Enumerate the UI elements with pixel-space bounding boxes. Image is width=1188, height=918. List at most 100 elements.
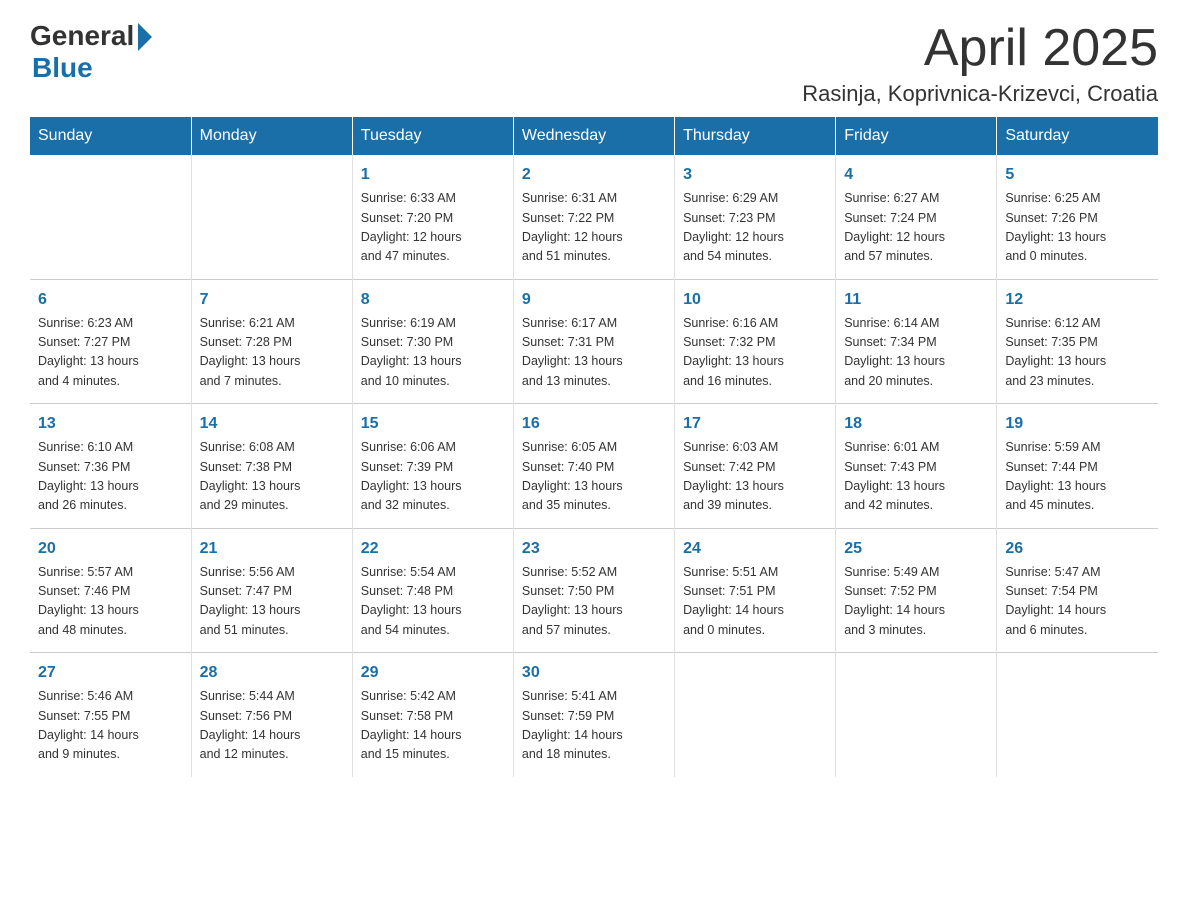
calendar-cell: 9Sunrise: 6:17 AM Sunset: 7:31 PM Daylig… — [513, 279, 674, 404]
header-thursday: Thursday — [675, 117, 836, 155]
calendar-cell: 4Sunrise: 6:27 AM Sunset: 7:24 PM Daylig… — [836, 155, 997, 279]
day-info: Sunrise: 6:33 AM Sunset: 7:20 PM Dayligh… — [361, 189, 505, 267]
day-number: 2 — [522, 163, 666, 187]
day-number: 15 — [361, 412, 505, 436]
day-number: 22 — [361, 537, 505, 561]
day-number: 5 — [1005, 163, 1150, 187]
month-title: April 2025 — [802, 20, 1158, 77]
calendar-cell: 13Sunrise: 6:10 AM Sunset: 7:36 PM Dayli… — [30, 404, 191, 529]
day-number: 6 — [38, 288, 183, 312]
calendar-week-row: 1Sunrise: 6:33 AM Sunset: 7:20 PM Daylig… — [30, 155, 1158, 279]
logo: General Blue — [30, 20, 152, 84]
calendar-cell: 14Sunrise: 6:08 AM Sunset: 7:38 PM Dayli… — [191, 404, 352, 529]
day-info: Sunrise: 5:57 AM Sunset: 7:46 PM Dayligh… — [38, 563, 183, 641]
day-number: 18 — [844, 412, 988, 436]
day-number: 28 — [200, 661, 344, 685]
calendar-cell: 25Sunrise: 5:49 AM Sunset: 7:52 PM Dayli… — [836, 528, 997, 653]
day-number: 13 — [38, 412, 183, 436]
day-number: 19 — [1005, 412, 1150, 436]
day-info: Sunrise: 6:25 AM Sunset: 7:26 PM Dayligh… — [1005, 189, 1150, 267]
day-number: 11 — [844, 288, 988, 312]
day-number: 26 — [1005, 537, 1150, 561]
day-info: Sunrise: 5:54 AM Sunset: 7:48 PM Dayligh… — [361, 563, 505, 641]
day-info: Sunrise: 6:06 AM Sunset: 7:39 PM Dayligh… — [361, 438, 505, 516]
day-number: 10 — [683, 288, 827, 312]
day-number: 27 — [38, 661, 183, 685]
day-info: Sunrise: 6:05 AM Sunset: 7:40 PM Dayligh… — [522, 438, 666, 516]
calendar-cell: 8Sunrise: 6:19 AM Sunset: 7:30 PM Daylig… — [352, 279, 513, 404]
calendar-cell: 18Sunrise: 6:01 AM Sunset: 7:43 PM Dayli… — [836, 404, 997, 529]
calendar-cell: 11Sunrise: 6:14 AM Sunset: 7:34 PM Dayli… — [836, 279, 997, 404]
day-info: Sunrise: 5:56 AM Sunset: 7:47 PM Dayligh… — [200, 563, 344, 641]
day-info: Sunrise: 5:59 AM Sunset: 7:44 PM Dayligh… — [1005, 438, 1150, 516]
calendar-cell: 26Sunrise: 5:47 AM Sunset: 7:54 PM Dayli… — [997, 528, 1158, 653]
day-number: 4 — [844, 163, 988, 187]
calendar-cell: 21Sunrise: 5:56 AM Sunset: 7:47 PM Dayli… — [191, 528, 352, 653]
calendar-week-row: 27Sunrise: 5:46 AM Sunset: 7:55 PM Dayli… — [30, 653, 1158, 777]
calendar-cell: 1Sunrise: 6:33 AM Sunset: 7:20 PM Daylig… — [352, 155, 513, 279]
calendar-cell: 16Sunrise: 6:05 AM Sunset: 7:40 PM Dayli… — [513, 404, 674, 529]
day-info: Sunrise: 5:42 AM Sunset: 7:58 PM Dayligh… — [361, 687, 505, 765]
day-info: Sunrise: 5:44 AM Sunset: 7:56 PM Dayligh… — [200, 687, 344, 765]
calendar-cell: 2Sunrise: 6:31 AM Sunset: 7:22 PM Daylig… — [513, 155, 674, 279]
day-number: 25 — [844, 537, 988, 561]
calendar-cell — [191, 155, 352, 279]
calendar-cell: 28Sunrise: 5:44 AM Sunset: 7:56 PM Dayli… — [191, 653, 352, 777]
header-friday: Friday — [836, 117, 997, 155]
day-number: 3 — [683, 163, 827, 187]
day-number: 7 — [200, 288, 344, 312]
day-info: Sunrise: 6:12 AM Sunset: 7:35 PM Dayligh… — [1005, 314, 1150, 392]
title-section: April 2025 Rasinja, Koprivnica-Krizevci,… — [802, 20, 1158, 107]
day-info: Sunrise: 5:51 AM Sunset: 7:51 PM Dayligh… — [683, 563, 827, 641]
day-info: Sunrise: 6:31 AM Sunset: 7:22 PM Dayligh… — [522, 189, 666, 267]
day-info: Sunrise: 6:10 AM Sunset: 7:36 PM Dayligh… — [38, 438, 183, 516]
calendar-cell: 7Sunrise: 6:21 AM Sunset: 7:28 PM Daylig… — [191, 279, 352, 404]
day-info: Sunrise: 5:46 AM Sunset: 7:55 PM Dayligh… — [38, 687, 183, 765]
day-number: 24 — [683, 537, 827, 561]
day-info: Sunrise: 5:49 AM Sunset: 7:52 PM Dayligh… — [844, 563, 988, 641]
calendar-cell: 24Sunrise: 5:51 AM Sunset: 7:51 PM Dayli… — [675, 528, 836, 653]
calendar-week-row: 13Sunrise: 6:10 AM Sunset: 7:36 PM Dayli… — [30, 404, 1158, 529]
calendar-cell: 15Sunrise: 6:06 AM Sunset: 7:39 PM Dayli… — [352, 404, 513, 529]
header-monday: Monday — [191, 117, 352, 155]
day-info: Sunrise: 5:47 AM Sunset: 7:54 PM Dayligh… — [1005, 563, 1150, 641]
logo-arrow-icon — [138, 23, 152, 51]
calendar-cell: 30Sunrise: 5:41 AM Sunset: 7:59 PM Dayli… — [513, 653, 674, 777]
header-sunday: Sunday — [30, 117, 191, 155]
day-number: 12 — [1005, 288, 1150, 312]
day-info: Sunrise: 6:29 AM Sunset: 7:23 PM Dayligh… — [683, 189, 827, 267]
calendar-cell: 3Sunrise: 6:29 AM Sunset: 7:23 PM Daylig… — [675, 155, 836, 279]
day-number: 16 — [522, 412, 666, 436]
calendar-cell — [675, 653, 836, 777]
calendar-cell: 23Sunrise: 5:52 AM Sunset: 7:50 PM Dayli… — [513, 528, 674, 653]
header-wednesday: Wednesday — [513, 117, 674, 155]
logo-blue-text: Blue — [32, 52, 93, 84]
day-number: 29 — [361, 661, 505, 685]
calendar-cell: 10Sunrise: 6:16 AM Sunset: 7:32 PM Dayli… — [675, 279, 836, 404]
calendar-cell: 5Sunrise: 6:25 AM Sunset: 7:26 PM Daylig… — [997, 155, 1158, 279]
calendar-cell: 29Sunrise: 5:42 AM Sunset: 7:58 PM Dayli… — [352, 653, 513, 777]
calendar-cell: 12Sunrise: 6:12 AM Sunset: 7:35 PM Dayli… — [997, 279, 1158, 404]
day-number: 30 — [522, 661, 666, 685]
day-info: Sunrise: 6:03 AM Sunset: 7:42 PM Dayligh… — [683, 438, 827, 516]
day-info: Sunrise: 6:23 AM Sunset: 7:27 PM Dayligh… — [38, 314, 183, 392]
calendar-week-row: 6Sunrise: 6:23 AM Sunset: 7:27 PM Daylig… — [30, 279, 1158, 404]
day-number: 23 — [522, 537, 666, 561]
day-info: Sunrise: 6:08 AM Sunset: 7:38 PM Dayligh… — [200, 438, 344, 516]
day-info: Sunrise: 5:41 AM Sunset: 7:59 PM Dayligh… — [522, 687, 666, 765]
page-header: General Blue April 2025 Rasinja, Koprivn… — [30, 20, 1158, 107]
day-info: Sunrise: 5:52 AM Sunset: 7:50 PM Dayligh… — [522, 563, 666, 641]
calendar-header-row: SundayMondayTuesdayWednesdayThursdayFrid… — [30, 117, 1158, 155]
day-info: Sunrise: 6:19 AM Sunset: 7:30 PM Dayligh… — [361, 314, 505, 392]
calendar-cell — [997, 653, 1158, 777]
day-number: 21 — [200, 537, 344, 561]
day-number: 8 — [361, 288, 505, 312]
calendar-cell — [836, 653, 997, 777]
location-title: Rasinja, Koprivnica-Krizevci, Croatia — [802, 81, 1158, 107]
calendar-cell: 17Sunrise: 6:03 AM Sunset: 7:42 PM Dayli… — [675, 404, 836, 529]
logo-general-text: General — [30, 20, 134, 52]
day-number: 9 — [522, 288, 666, 312]
day-info: Sunrise: 6:14 AM Sunset: 7:34 PM Dayligh… — [844, 314, 988, 392]
calendar-cell: 20Sunrise: 5:57 AM Sunset: 7:46 PM Dayli… — [30, 528, 191, 653]
header-tuesday: Tuesday — [352, 117, 513, 155]
